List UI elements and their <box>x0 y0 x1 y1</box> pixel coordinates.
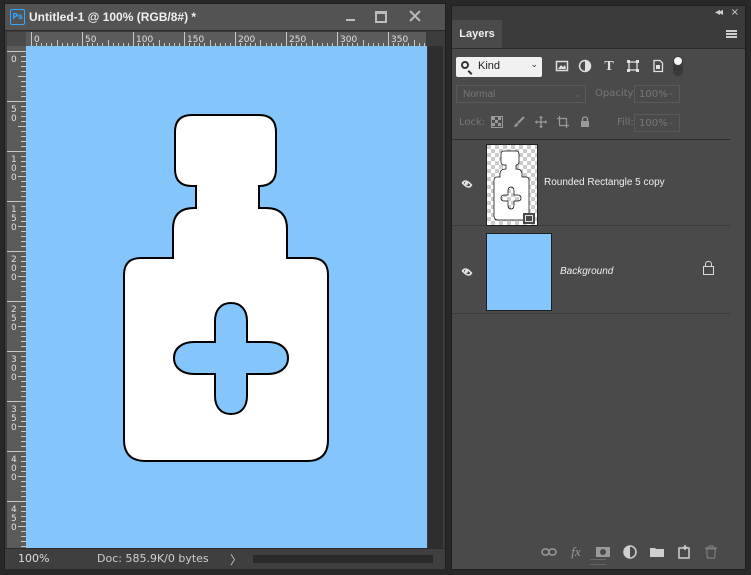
chevron-down-icon[interactable]: ⌄ <box>668 117 675 126</box>
ruler-label: 50 <box>85 35 97 45</box>
layer-thumbnail[interactable] <box>486 233 552 311</box>
vertical-scrollbar[interactable] <box>428 46 443 548</box>
document-canvas[interactable] <box>26 46 427 548</box>
ruler-label: 0 <box>11 323 17 333</box>
eye-icon[interactable] <box>461 266 473 278</box>
ruler-label: 0 <box>11 55 17 65</box>
layer-thumbnail[interactable] <box>486 144 538 226</box>
ruler-label: 0 <box>34 35 40 45</box>
smart-object-filter-icon[interactable] <box>650 59 666 75</box>
chevron-down-icon: ⌄ <box>530 59 538 69</box>
ruler-label: 0 <box>11 223 17 233</box>
lock-paint-icon[interactable] <box>512 116 526 130</box>
mask-icon[interactable] <box>595 544 611 560</box>
blend-mode-select[interactable]: Normal ⌄ <box>456 85 586 103</box>
document-window: Ps Untitled-1 @ 100% (RGB/8#) * 0 50 100 15… <box>4 3 446 569</box>
maximize-button[interactable] <box>367 6 393 26</box>
new-layer-icon[interactable] <box>676 544 692 560</box>
status-menu-arrow-icon[interactable]: 〉 <box>230 551 242 568</box>
trash-icon[interactable] <box>703 544 719 560</box>
fx-icon[interactable]: fx <box>568 544 584 560</box>
filter-toggle-switch[interactable] <box>673 56 683 76</box>
adjustment-icon[interactable] <box>622 544 638 560</box>
layer-filter-row: Kind ⌄ T <box>452 54 745 82</box>
photoshop-app-icon: Ps <box>10 9 25 25</box>
layer-name[interactable]: Rounded Rectangle 5 copy <box>544 177 665 188</box>
status-bar: 100% Doc: 585.9K/0 bytes 〉 <box>5 548 445 569</box>
lock-all-icon[interactable] <box>578 116 592 130</box>
collapse-panel-icon[interactable]: ◂◂ <box>715 6 723 20</box>
ruler-label: 300 <box>340 35 357 45</box>
tab-layers[interactable]: Layers <box>452 20 502 48</box>
blend-row: Normal ⌄ Opacity: 100% ⌄ <box>452 84 745 106</box>
ruler-label: 150 <box>187 35 204 45</box>
adjustment-layer-filter-icon[interactable] <box>577 59 593 75</box>
panel-header-bar: ◂◂ × <box>452 6 745 20</box>
chevron-down-icon[interactable]: ⌄ <box>668 88 675 97</box>
lock-icon[interactable] <box>703 261 714 275</box>
lock-row: Lock: Fill: 100% ⌄ <box>452 113 745 135</box>
layer-row[interactable]: Background <box>452 226 730 314</box>
horizontal-ruler[interactable]: 0 50 100 150 200 250 300 350 <box>26 32 426 46</box>
zoom-level[interactable]: 100% <box>18 552 49 565</box>
layers-panel: ◂◂ × Layers Kind ⌄ T Normal ⌄ Opacity: 1… <box>451 5 746 570</box>
layers-list: Rounded Rectangle 5 copy Background <box>452 139 730 320</box>
lock-transparent-icon[interactable] <box>490 116 504 130</box>
minimize-button[interactable] <box>337 6 363 26</box>
panel-menu-icon[interactable] <box>726 30 737 38</box>
group-icon[interactable] <box>649 544 665 560</box>
ruler-label: 350 <box>391 35 408 45</box>
ruler-label: 0 <box>11 423 17 433</box>
link-icon[interactable] <box>541 544 557 560</box>
ruler-label: 0 <box>11 473 17 483</box>
fill-label: Fill: <box>617 117 634 128</box>
horizontal-scrollbar[interactable] <box>253 555 433 563</box>
filter-kind-select[interactable]: Kind ⌄ <box>456 57 542 77</box>
document-info: Doc: 585.9K/0 bytes <box>97 552 209 565</box>
document-tab[interactable]: Ps Untitled-1 @ 100% (RGB/8#) * <box>5 4 445 31</box>
panel-tab-bar: Layers <box>452 20 745 49</box>
chevron-down-icon: ⌄ <box>574 90 581 99</box>
ruler-label: 250 <box>289 35 306 45</box>
ruler-label: 100 <box>136 35 153 45</box>
ruler-label: 0 <box>11 523 17 533</box>
lock-move-icon[interactable] <box>534 116 548 130</box>
eye-icon[interactable] <box>461 178 473 190</box>
close-panel-icon[interactable]: × <box>731 6 739 20</box>
filter-kind-value: Kind <box>478 60 501 72</box>
close-button[interactable] <box>395 6 435 26</box>
ruler-origin[interactable] <box>7 32 26 46</box>
opacity-label: Opacity: <box>595 88 637 99</box>
ruler-label: 0 <box>11 373 17 383</box>
medicine-bottle-shape[interactable] <box>123 114 329 462</box>
panel-resize-grip[interactable] <box>590 559 606 565</box>
pixel-layer-filter-icon[interactable] <box>554 59 570 75</box>
search-icon <box>461 61 469 69</box>
layer-row[interactable]: Rounded Rectangle 5 copy <box>452 140 730 226</box>
type-layer-filter-icon[interactable]: T <box>601 59 617 75</box>
lock-artboard-icon[interactable] <box>556 116 570 130</box>
lock-label: Lock: <box>459 117 486 128</box>
document-title: Untitled-1 @ 100% (RGB/8#) * <box>29 10 197 24</box>
shape-layer-filter-icon[interactable] <box>625 59 641 75</box>
layer-name[interactable]: Background <box>560 266 613 277</box>
ruler-label: 200 <box>238 35 255 45</box>
ruler-label: 0 <box>11 273 17 283</box>
blend-mode-value: Normal <box>463 89 496 100</box>
vertical-ruler[interactable]: 050100150200250300350400450500 <box>7 46 26 548</box>
ruler-label: 0 <box>11 114 17 124</box>
ruler-label: 0 <box>11 173 17 183</box>
